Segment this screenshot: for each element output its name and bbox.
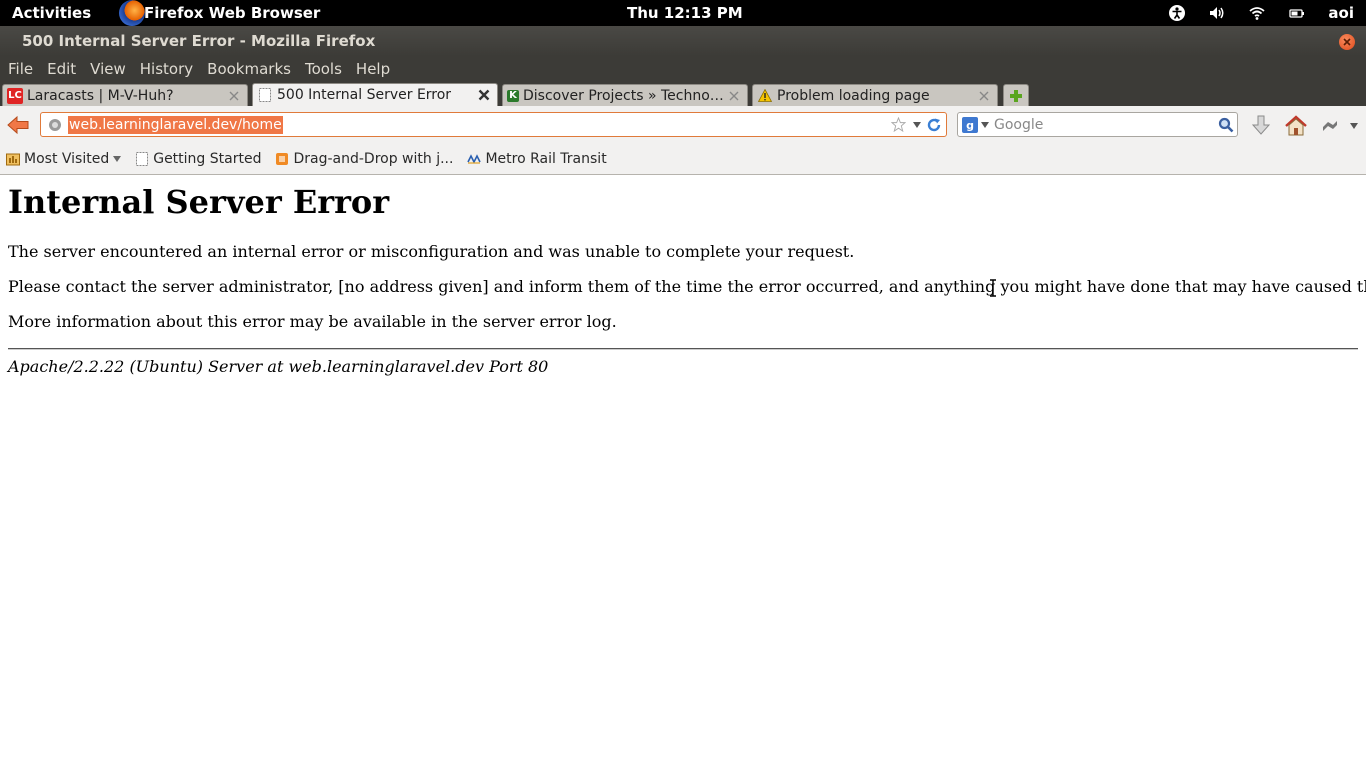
bookmark-metro-rail[interactable]: Metro Rail Transit — [467, 151, 607, 167]
menu-bookmarks[interactable]: Bookmarks — [207, 60, 291, 78]
tab-500-error[interactable]: 500 Internal Server Error — [252, 83, 498, 106]
tab-close-icon[interactable] — [727, 89, 741, 103]
home-button[interactable] — [1284, 114, 1308, 138]
blank-page-favicon-icon — [257, 87, 273, 103]
downloads-button[interactable] — [1249, 114, 1273, 138]
tab-problem-loading[interactable]: Problem loading page — [752, 84, 998, 106]
log-message: More information about this error may be… — [8, 312, 617, 331]
bookmarks-toolbar: Most Visited Getting Started Drag-and-Dr… — [0, 144, 1366, 175]
search-input[interactable] — [994, 116, 1214, 134]
url-input[interactable]: web.learninglaravel.dev/home — [68, 116, 283, 134]
top-panel: Activities Firefox Web Browser Thu 12:13… — [0, 0, 1366, 26]
chevron-down-icon — [113, 156, 122, 162]
bookmark-getting-started[interactable]: Getting Started — [135, 151, 261, 167]
bookmark-label: Metro Rail Transit — [485, 151, 607, 167]
navigation-toolbar: web.learninglaravel.dev/home g — [0, 106, 1366, 144]
globe-icon[interactable] — [47, 117, 63, 133]
clock[interactable]: Thu 12:13 PM — [627, 4, 743, 22]
tab-label: 500 Internal Server Error — [277, 87, 452, 103]
metro-icon — [467, 152, 482, 166]
bookmark-icon — [275, 152, 289, 166]
google-engine-icon[interactable]: g — [962, 117, 978, 133]
accessibility-icon[interactable] — [1168, 4, 1186, 22]
kickstarter-favicon-icon: K — [507, 89, 519, 102]
back-arrow-icon — [7, 115, 29, 135]
addon-icon — [1323, 121, 1337, 131]
menu-file[interactable]: File — [8, 60, 33, 78]
wifi-icon[interactable] — [1248, 4, 1266, 22]
tab-label: Laracasts | M-V-Huh? — [27, 87, 174, 104]
laracasts-favicon-icon: LC — [7, 87, 23, 104]
text-cursor-icon — [990, 279, 996, 297]
window-close-button[interactable] — [1339, 34, 1355, 50]
url-bar[interactable]: web.learninglaravel.dev/home — [40, 112, 947, 137]
tab-label: Problem loading page — [777, 87, 930, 104]
tab-discover-projects[interactable]: K Discover Projects » Technol... — [502, 84, 748, 106]
bookmark-label: Most Visited — [24, 151, 110, 167]
engine-dropdown-icon[interactable] — [980, 120, 990, 130]
home-icon — [1285, 115, 1307, 136]
tab-close-icon[interactable] — [477, 88, 491, 102]
addon-button[interactable] — [1318, 114, 1342, 138]
menu-tools[interactable]: Tools — [305, 60, 342, 78]
volume-icon[interactable] — [1208, 4, 1226, 22]
divider — [8, 348, 1358, 350]
window-titlebar[interactable]: 500 Internal Server Error - Mozilla Fire… — [0, 26, 1366, 56]
user-menu[interactable]: aoi — [1328, 4, 1354, 22]
system-tray: aoi — [1168, 0, 1366, 26]
tab-close-icon[interactable] — [977, 89, 991, 103]
toolbar-menu-icon[interactable] — [1344, 114, 1364, 138]
menu-help[interactable]: Help — [356, 60, 390, 78]
menu-history[interactable]: History — [140, 60, 193, 78]
page-content: Internal Server Error The server encount… — [0, 176, 1366, 768]
plus-icon — [1010, 89, 1022, 102]
most-visited-icon — [6, 152, 20, 166]
download-arrow-icon — [1251, 115, 1271, 135]
tab-strip: LC Laracasts | M-V-Huh? 500 Internal Ser… — [0, 82, 1366, 106]
tab-label: Discover Projects » Technol... — [523, 87, 727, 104]
window-title: 500 Internal Server Error - Mozilla Fire… — [22, 32, 376, 50]
menu-edit[interactable]: Edit — [47, 60, 76, 78]
server-signature: Apache/2.2.22 (Ubuntu) Server at web.lea… — [8, 357, 549, 376]
error-heading: Internal Server Error — [8, 183, 390, 221]
bookmark-label: Getting Started — [153, 151, 262, 167]
page-icon — [135, 152, 149, 166]
reload-icon[interactable] — [925, 116, 942, 133]
warning-icon — [757, 88, 773, 104]
menu-bar: File Edit View History Bookmarks Tools H… — [0, 56, 1366, 82]
bookmark-drag-and-drop[interactable]: Drag-and-Drop with j... — [275, 151, 453, 167]
app-menu[interactable]: Firefox Web Browser — [144, 4, 320, 22]
bookmark-label: Drag-and-Drop with j... — [293, 151, 454, 167]
activities-button[interactable]: Activities — [12, 4, 91, 22]
bookmark-star-icon[interactable] — [890, 116, 906, 132]
tab-laracasts[interactable]: LC Laracasts | M-V-Huh? — [2, 84, 248, 106]
contact-message: Please contact the server administrator,… — [8, 277, 1366, 296]
menu-view[interactable]: View — [90, 60, 126, 78]
error-message: The server encountered an internal error… — [8, 242, 855, 261]
new-tab-button[interactable] — [1003, 84, 1029, 106]
search-bar[interactable]: g — [957, 112, 1238, 137]
battery-icon[interactable] — [1288, 4, 1306, 22]
firefox-logo-icon — [119, 0, 145, 26]
back-button[interactable] — [6, 114, 30, 136]
search-icon[interactable] — [1217, 116, 1235, 134]
tab-close-icon[interactable] — [227, 89, 241, 103]
bookmark-most-visited[interactable]: Most Visited — [6, 151, 122, 167]
history-dropdown-icon[interactable] — [912, 118, 922, 132]
